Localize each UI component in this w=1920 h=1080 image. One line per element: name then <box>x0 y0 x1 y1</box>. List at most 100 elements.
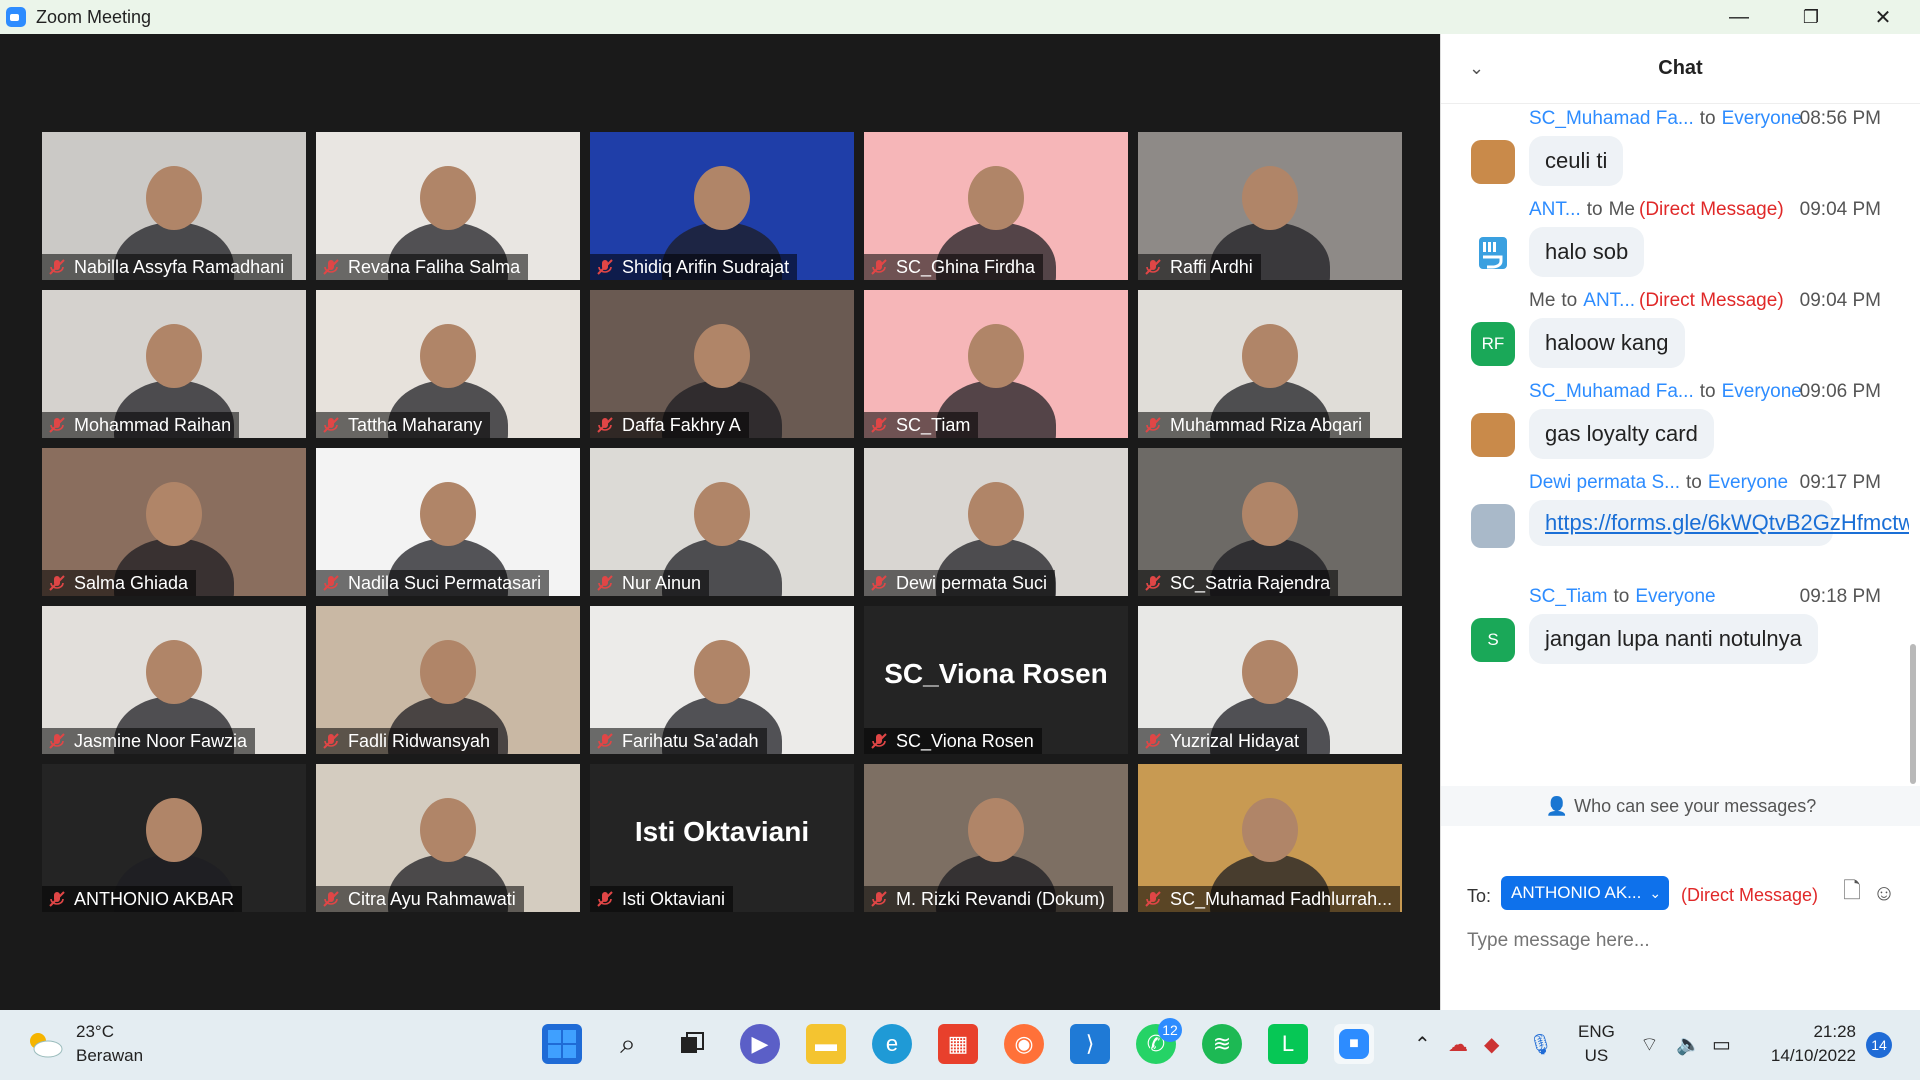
message-sender[interactable]: Dewi permata S... <box>1529 472 1680 493</box>
message-to: to Everyone <box>1700 381 1802 402</box>
sender-avatar[interactable] <box>1471 140 1515 184</box>
message-sender[interactable]: SC_Muhamad Fa... <box>1529 381 1694 402</box>
participant-tile[interactable]: Revana Faliha Salma <box>316 132 580 280</box>
participant-tile[interactable]: SC_Tiam <box>864 290 1128 438</box>
participant-name: Nur Ainun <box>622 572 702 593</box>
microsoft-store-icon[interactable]: ▦ <box>938 1024 978 1064</box>
message-input[interactable] <box>1467 924 1887 958</box>
message-bubble: haloow kang <box>1529 318 1685 368</box>
recipient-dropdown[interactable]: ANTHONIO AK... ⌄ <box>1501 876 1669 910</box>
direct-message-tag: (Direct Message) <box>1639 290 1784 311</box>
message-sender[interactable]: Me <box>1529 290 1555 311</box>
muted-mic-icon <box>1145 891 1161 907</box>
participant-tile[interactable]: Fadli Ridwansyah <box>316 606 580 754</box>
participant-tile[interactable]: SC_Ghina Firdha <box>864 132 1128 280</box>
participant-tile[interactable]: Isti Oktaviani Isti Oktaviani <box>590 764 854 912</box>
chat-scrollbar[interactable] <box>1910 134 1916 814</box>
sender-avatar[interactable] <box>1471 413 1515 457</box>
message-to: to Me <box>1587 199 1635 220</box>
message-to: to Everyone <box>1686 472 1788 493</box>
close-button[interactable]: ✕ <box>1848 0 1918 34</box>
participant-name-bar: Salma Ghiada <box>42 570 197 596</box>
sender-avatar[interactable]: S <box>1471 618 1515 662</box>
firefox-icon[interactable]: ◉ <box>1004 1024 1044 1064</box>
message-sender[interactable]: SC_Muhamad Fa... <box>1529 108 1694 129</box>
participant-tile[interactable]: Salma Ghiada <box>42 448 306 596</box>
participant-name: SC_Satria Rajendra <box>1170 572 1331 593</box>
who-can-see-link[interactable]: 👤 Who can see your messages? <box>1441 786 1920 826</box>
message-link[interactable]: https://forms.gle/6kWQtvB2GzHfmctw7 <box>1529 500 1909 546</box>
participant-tile[interactable]: SC_Muhamad Fadhlurrah... <box>1138 764 1402 912</box>
message-sender[interactable]: ANT... <box>1529 199 1581 220</box>
muted-mic-icon <box>323 417 339 433</box>
participant-tile[interactable]: Dewi permata Suci <box>864 448 1128 596</box>
muted-mic-icon <box>1145 417 1161 433</box>
to-prefix: to <box>1586 199 1603 220</box>
task-view-icon[interactable] <box>672 1024 712 1064</box>
participant-tile[interactable]: Nadila Suci Permatasari <box>316 448 580 596</box>
message-sender[interactable]: SC_Tiam <box>1529 586 1607 607</box>
participant-name: Nabilla Assyfa Ramadhani <box>74 256 285 277</box>
weather-desc: Berawan <box>76 1046 144 1065</box>
battery-icon[interactable]: ▭ <box>1712 1032 1731 1057</box>
minimize-button[interactable]: — <box>1704 0 1774 34</box>
participant-tile[interactable]: Farihatu Sa'adah <box>590 606 854 754</box>
sender-avatar[interactable] <box>1471 504 1515 548</box>
participant-tile[interactable]: SC_Satria Rajendra <box>1138 448 1402 596</box>
cloud-error-icon[interactable]: ☁ <box>1448 1032 1468 1057</box>
participant-tile[interactable]: Nabilla Assyfa Ramadhani <box>42 132 306 280</box>
participant-tile[interactable]: Shidiq Arifin Sudrajat <box>590 132 854 280</box>
system-clock[interactable]: 21:28 14/10/2022 <box>1756 1020 1856 1068</box>
participant-tile[interactable]: SC_Viona Rosen SC_Viona Rosen <box>864 606 1128 754</box>
participant-tile[interactable]: Muhammad Riza Abqari <box>1138 290 1402 438</box>
notification-badge[interactable]: 14 <box>1866 1032 1892 1058</box>
line-app-icon[interactable]: L <box>1268 1024 1308 1064</box>
participant-tile[interactable]: M. Rizki Revandi (Dokum) <box>864 764 1128 912</box>
zoom-taskbar-icon[interactable]: ■ <box>1334 1024 1374 1064</box>
search-icon[interactable]: ⌕ <box>608 1024 648 1064</box>
direct-message-tag: (Direct Message) <box>1681 885 1819 905</box>
volume-icon[interactable]: 🔈 <box>1676 1032 1701 1057</box>
microphone-icon[interactable]: 🎙 <box>1528 1032 1553 1057</box>
teams-chat-icon[interactable]: ▶ <box>740 1024 780 1064</box>
participant-name: Farihatu Sa'adah <box>622 730 759 751</box>
participant-tile[interactable]: Yuzrizal Hidayat <box>1138 606 1402 754</box>
participant-tile[interactable]: Daffa Fakhry A <box>590 290 854 438</box>
muted-mic-icon <box>871 417 887 433</box>
sender-avatar[interactable] <box>1471 231 1515 275</box>
message-recipient: ANT... <box>1583 290 1635 311</box>
participant-tile[interactable]: Raffi Ardhi <box>1138 132 1402 280</box>
emoji-icon[interactable]: ☺ <box>1871 880 1897 906</box>
message-meta: Me to ANT... (Direct Message) <box>1529 290 1784 312</box>
muted-mic-icon <box>323 891 339 907</box>
language-indicator[interactable]: ENG US <box>1578 1020 1615 1068</box>
chevron-down-icon[interactable]: ⌄ <box>1469 58 1484 79</box>
participant-tile[interactable]: Jasmine Noor Fawzia <box>42 606 306 754</box>
wifi-icon[interactable]: ⌔ <box>1640 1032 1659 1057</box>
whatsapp-icon[interactable]: ✆ 12 <box>1136 1018 1182 1064</box>
sender-avatar[interactable]: RF <box>1471 322 1515 366</box>
file-icon[interactable]: 🗋 <box>1839 878 1865 906</box>
participant-name: M. Rizki Revandi (Dokum) <box>896 888 1106 909</box>
participant-name: Muhammad Riza Abqari <box>1170 414 1363 435</box>
participant-tile[interactable]: ANTHONIO AKBAR <box>42 764 306 912</box>
weather-widget[interactable]: 23°C Berawan <box>24 1020 143 1068</box>
dropbox-icon[interactable]: ◆ <box>1484 1032 1499 1057</box>
participant-name: SC_Ghina Firdha <box>896 256 1036 277</box>
chat-message-list[interactable]: SC_Muhamad Fa... to Everyone 08:56 PM ceuli … <box>1441 108 1909 786</box>
participant-tile[interactable]: Citra Ayu Rahmawati <box>316 764 580 912</box>
edge-browser-icon[interactable]: e <box>872 1024 912 1064</box>
windows-start-icon[interactable] <box>542 1024 582 1064</box>
message-to: to Everyone <box>1613 586 1715 607</box>
restore-button[interactable]: ❐ <box>1776 0 1846 34</box>
participant-tile[interactable]: Nur Ainun <box>590 448 854 596</box>
file-explorer-icon[interactable]: ▬ <box>806 1024 846 1064</box>
vscode-icon[interactable]: ⟩ <box>1070 1024 1110 1064</box>
participant-tile[interactable]: Tattha Maharany <box>316 290 580 438</box>
chevron-up-icon[interactable]: ⌃ <box>1414 1032 1431 1057</box>
person-face <box>968 166 1024 230</box>
participant-tile[interactable]: Mohammad Raihan <box>42 290 306 438</box>
scrollbar-thumb[interactable] <box>1910 644 1916 784</box>
spotify-icon[interactable]: ≋ <box>1202 1024 1242 1064</box>
person-face <box>694 166 750 230</box>
